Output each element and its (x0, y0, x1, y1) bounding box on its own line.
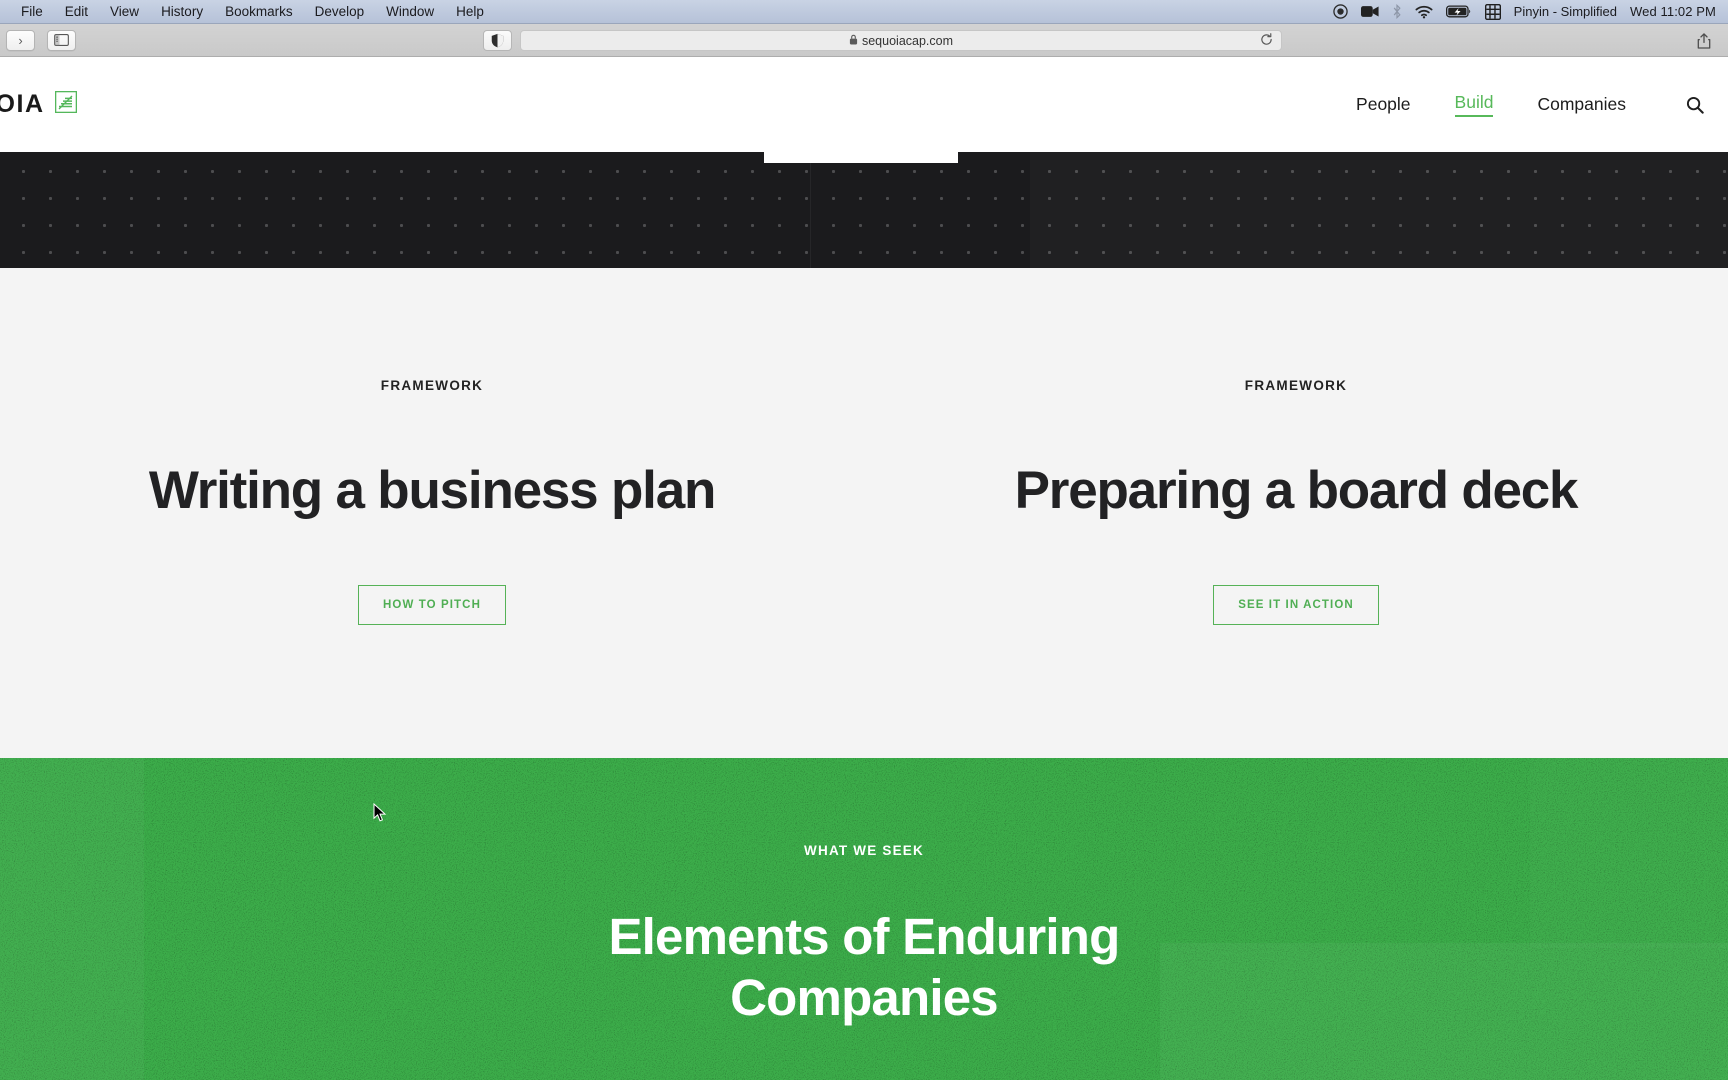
forward-button[interactable]: › (6, 29, 35, 51)
card-eyebrow: FRAMEWORK (380, 378, 484, 393)
input-source-label[interactable]: Pinyin - Simplified (1514, 4, 1617, 19)
reload-icon[interactable] (1260, 32, 1273, 49)
framework-cards-section: FRAMEWORK Writing a business plan HOW TO… (0, 268, 1728, 758)
safari-toolbar: › sequoiacap.com (0, 24, 1728, 57)
band-seam (810, 152, 811, 268)
lock-icon (849, 34, 858, 48)
sequoia-logo[interactable]: UOIA (0, 90, 77, 119)
privacy-shield-icon[interactable] (483, 30, 512, 51)
card-eyebrow: FRAMEWORK (1244, 378, 1348, 393)
menu-item-history[interactable]: History (150, 0, 214, 24)
menu-item-help[interactable]: Help (445, 0, 495, 24)
nav-link-people[interactable]: People (1356, 94, 1411, 115)
nav-button-group: › (6, 29, 35, 51)
card-title: Preparing a board deck (1014, 461, 1579, 520)
nav-link-build[interactable]: Build (1454, 92, 1494, 117)
input-source-icon[interactable] (1484, 3, 1501, 20)
band-blotch (1030, 152, 1728, 268)
sequoia-tree-icon (54, 90, 77, 118)
web-page-viewport: UOIA People Build Companies (0, 57, 1728, 1080)
green-eyebrow: WHAT WE SEEK (804, 843, 924, 858)
what-we-seek-section: WHAT WE SEEK Elements of Enduring Compan… (0, 758, 1728, 1080)
framework-card-board-deck: FRAMEWORK Preparing a board deck SEE IT … (864, 268, 1728, 758)
how-to-pitch-button[interactable]: HOW TO PITCH (358, 585, 506, 625)
band-white-notch (766, 152, 956, 161)
menu-item-view[interactable]: View (99, 0, 150, 24)
site-header: UOIA People Build Companies (0, 57, 1728, 152)
url-text: sequoiacap.com (861, 33, 954, 48)
battery-charging-icon[interactable] (1445, 5, 1472, 18)
macos-menu-bar: File Edit View History Bookmarks Develop… (0, 0, 1728, 24)
bluetooth-icon[interactable] (1392, 4, 1402, 19)
menu-item-bookmarks[interactable]: Bookmarks (214, 0, 304, 24)
record-icon[interactable] (1332, 4, 1348, 19)
dark-dotted-band (0, 152, 1728, 268)
wifi-icon[interactable] (1415, 5, 1433, 19)
green-title: Elements of Enduring Companies (608, 908, 1120, 1027)
card-title: Writing a business plan (148, 461, 716, 520)
address-bar-group: sequoiacap.com (483, 30, 1282, 51)
menu-item-window[interactable]: Window (375, 0, 445, 24)
menu-bar-status-area: Pinyin - Simplified Wed 11:02 PM (1332, 0, 1728, 24)
menu-item-file[interactable]: File (10, 0, 54, 24)
menu-item-develop[interactable]: Develop (304, 0, 376, 24)
video-camera-icon[interactable] (1360, 5, 1379, 18)
url-field[interactable]: sequoiacap.com (520, 30, 1282, 51)
green-section-content: WHAT WE SEEK Elements of Enduring Compan… (0, 758, 1728, 1028)
menu-item-edit[interactable]: Edit (54, 0, 99, 24)
search-icon[interactable] (1686, 96, 1704, 114)
nav-link-companies[interactable]: Companies (1537, 94, 1626, 115)
framework-card-business-plan: FRAMEWORK Writing a business plan HOW TO… (0, 268, 864, 758)
sidebar-icon[interactable] (47, 29, 76, 51)
share-icon[interactable] (1689, 30, 1718, 51)
main-navigation: People Build Companies (1356, 92, 1728, 117)
clock[interactable]: Wed 11:02 PM (1630, 4, 1716, 19)
see-it-in-action-button[interactable]: SEE IT IN ACTION (1213, 585, 1379, 625)
logo-wordmark: UOIA (0, 90, 45, 118)
